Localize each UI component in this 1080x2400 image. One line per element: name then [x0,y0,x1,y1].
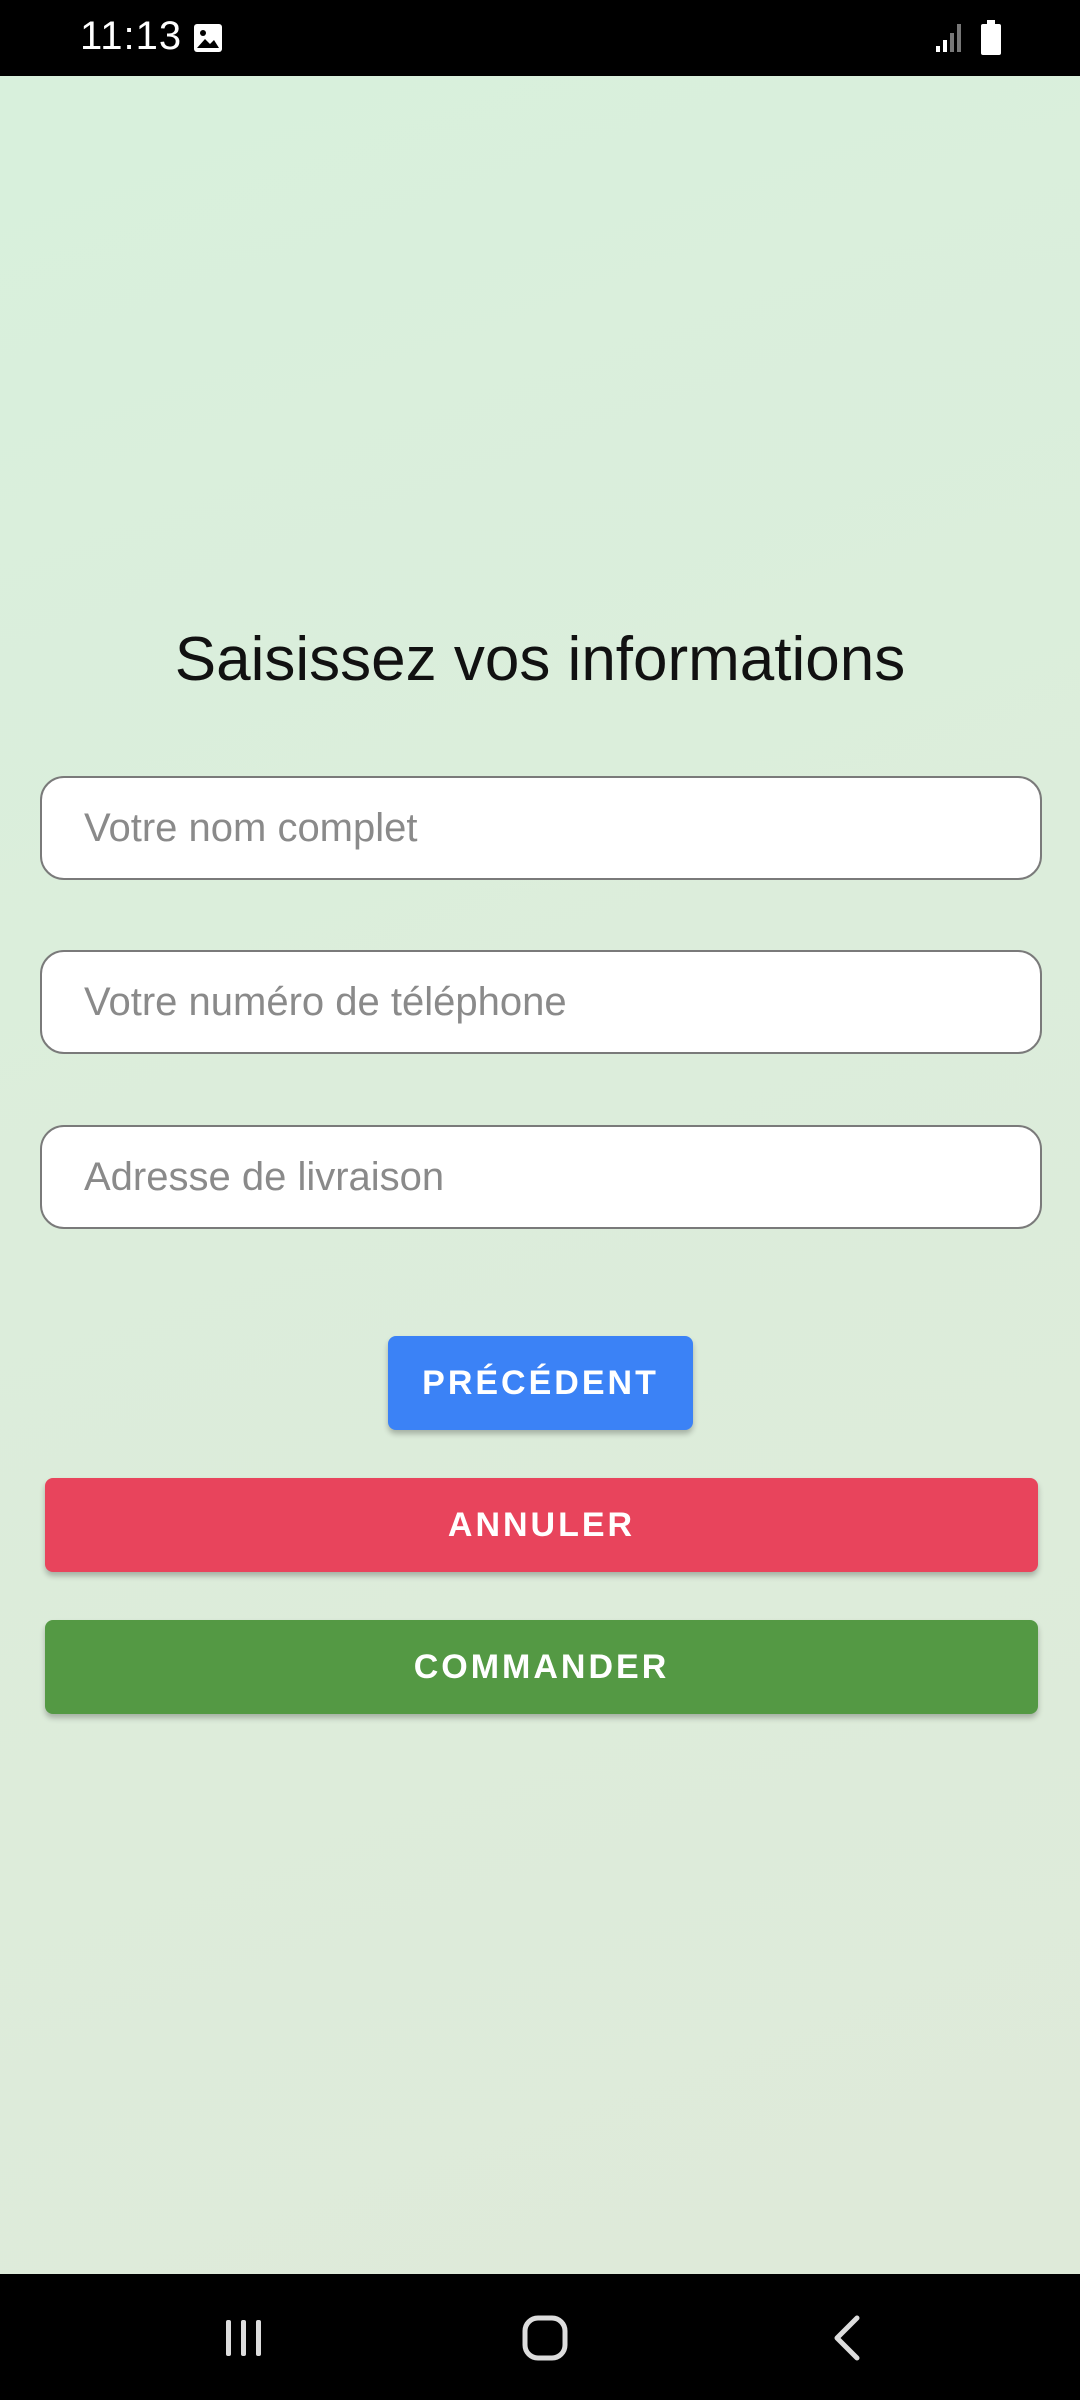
signal-icon [936,24,961,52]
home-icon[interactable] [521,2314,569,2362]
navigation-bar [0,2274,1080,2400]
phone-input[interactable] [42,952,1040,1052]
cancel-button[interactable]: ANNULER [45,1478,1038,1572]
page-title: Saisissez vos informations [174,625,906,694]
phone-field [40,950,1042,1054]
full-name-field [40,776,1042,880]
app-content: Saisissez vos informations PRÉCÉDENT ANN… [0,76,1080,2274]
back-icon[interactable] [830,2314,864,2362]
previous-button[interactable]: PRÉCÉDENT [388,1336,693,1430]
phone-screen: 11:13 Saisissez vos informations PRÉC [0,0,1080,2400]
status-bar: 11:13 [0,0,1080,76]
gallery-icon [194,24,222,52]
address-field [40,1125,1042,1229]
order-button[interactable]: COMMANDER [45,1620,1038,1714]
address-input[interactable] [42,1127,1040,1227]
recents-icon[interactable] [222,2316,266,2360]
status-time: 11:13 [80,14,183,58]
full-name-input[interactable] [42,778,1040,878]
battery-icon [981,20,1001,55]
